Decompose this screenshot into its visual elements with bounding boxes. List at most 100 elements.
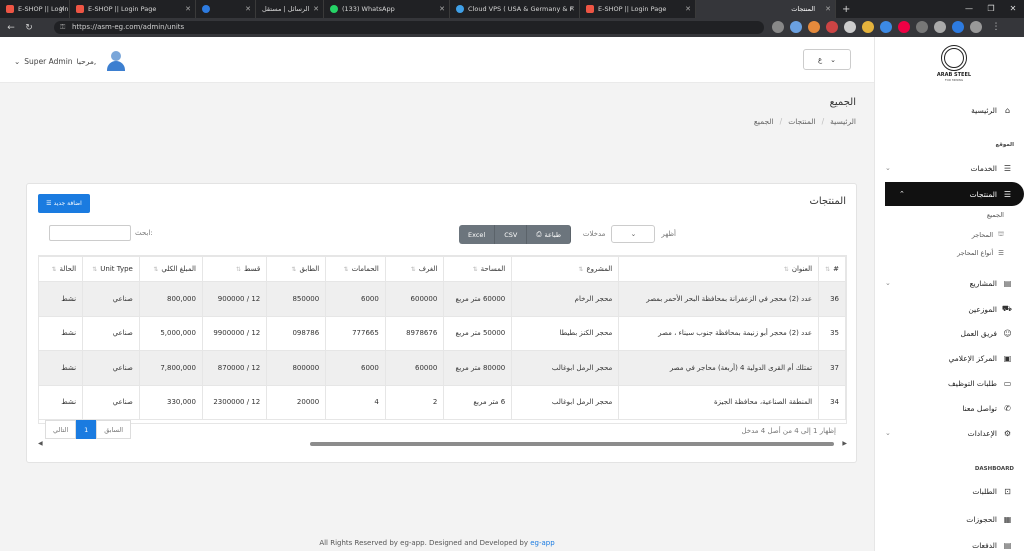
extension-icon[interactable] (808, 21, 820, 33)
extension-icon[interactable] (772, 21, 784, 33)
csv-button[interactable]: CSV (495, 225, 528, 244)
footer-link[interactable]: eg-app (530, 539, 554, 547)
sidebar-subitem-quarry-types[interactable]: ☰ أنواع المحاجر (957, 249, 1004, 257)
scroll-right-icon[interactable]: ▶ (842, 440, 847, 447)
column-header-project[interactable]: المشروع⇅ (511, 256, 620, 282)
sidebar-item-products[interactable]: ☰ المنتجات ⌃ (885, 182, 1024, 206)
column-header-title[interactable]: العنوان⇅ (618, 256, 820, 282)
sidebar-item-home[interactable]: ⌂ الرئيسية (885, 102, 1012, 118)
close-tab-icon[interactable]: ✕ (569, 5, 575, 13)
scroll-thumb[interactable] (310, 442, 834, 446)
topbar: ⌄ Super Admin مرحبا, ع ⌄ (0, 37, 874, 83)
search-input[interactable] (49, 225, 131, 241)
close-tab-icon[interactable]: ✕ (439, 5, 445, 13)
home-icon: ⌂ (1004, 105, 1011, 115)
minimize-icon[interactable]: — (958, 0, 980, 18)
pager-next[interactable]: التالي (45, 420, 77, 439)
close-tab-icon[interactable]: ✕ (185, 5, 191, 13)
browser-tab[interactable]: (133) WhatsApp ✕ (324, 0, 450, 18)
sidebar-item-media[interactable]: ▣ المركز الإعلامي (885, 350, 1012, 366)
extension-icon[interactable] (880, 21, 892, 33)
column-header-area[interactable]: المساحة⇅ (443, 256, 513, 282)
scroll-left-icon[interactable]: ◀ (38, 440, 43, 447)
products-card: المنتجات ☰ اضافة جديد أظهر ⌄ مدخلات Excel… (26, 183, 857, 463)
close-window-icon[interactable]: ✕ (1002, 0, 1024, 18)
browser-tab[interactable]: ✕ (196, 0, 256, 18)
table-cell: 80000 متر مربع (443, 350, 513, 386)
menu-icon[interactable]: ⋮ (990, 21, 1002, 33)
pager-current[interactable]: 1 (76, 420, 97, 439)
page-length-control: أظهر ⌄ مدخلات (583, 225, 676, 243)
extension-icon[interactable] (790, 21, 802, 33)
sidebar-item-contact[interactable]: ✆ تواصل معنا (885, 400, 1012, 416)
sidebar-subitem-quarries[interactable]: ⛫ المحاجر (972, 230, 1004, 239)
column-header-id[interactable]: #⇅ (818, 256, 846, 282)
user-menu[interactable]: ⌄ Super Admin مرحبا, (14, 51, 126, 71)
extension-icon[interactable] (934, 21, 946, 33)
browser-tab[interactable]: الرسائل | مستقل ✕ (256, 0, 324, 18)
table-row[interactable]: 35 عدد (2) محجر أبو زنيمة بمحافظة جنوب سي… (39, 315, 846, 351)
logo[interactable]: ARAB STEEL FOR MINING (929, 45, 979, 87)
table-cell: 50000 متر مربع (443, 315, 513, 351)
column-header-floor[interactable]: الطابق⇅ (266, 256, 327, 282)
language-select[interactable]: ع ⌄ (803, 49, 851, 70)
column-header-bathrooms[interactable]: الحمامات⇅ (325, 256, 386, 282)
address-bar[interactable]: ⚿ https://asm-eg.com/admin/units (54, 21, 764, 34)
browser-tab[interactable]: E-SHOP || Login Page✕ (580, 0, 696, 18)
sidebar-item-reservations[interactable]: ▦ الحجوزات (885, 511, 1012, 527)
table-cell: صناعي (82, 384, 140, 420)
column-header-rooms[interactable]: الغرف⇅ (384, 256, 445, 282)
sidebar-item-projects[interactable]: ▤ المشاريع ⌄ (885, 275, 1012, 291)
sidebar-item-orders[interactable]: ⊡ الطلبات (885, 483, 1012, 499)
table-row[interactable]: 34 المنطقة الصناعية، محافظة الجيزة محجر ال… (39, 384, 846, 420)
sidebar-item-payments[interactable]: ▤ الدفعات (885, 537, 1012, 551)
cart-icon: ⛟ (1001, 304, 1012, 313)
print-button[interactable]: ⎙ طباعة (527, 225, 572, 244)
extension-icon[interactable] (862, 21, 874, 33)
page-length-select[interactable]: ⌄ (611, 225, 656, 243)
add-new-button[interactable]: ☰ اضافة جديد (38, 194, 90, 213)
column-header-status[interactable]: الحالة⇅ (39, 256, 84, 282)
breadcrumb-products[interactable]: المنتجات (788, 117, 815, 126)
chevron-down-icon: ⌄ (630, 230, 637, 238)
close-tab-icon[interactable]: ✕ (685, 5, 691, 13)
browser-tab[interactable]: Cloud VPS ( USA & Germany & F ✕ (450, 0, 580, 18)
maximize-icon[interactable]: ❐ (980, 0, 1002, 18)
breadcrumb-home[interactable]: الرئيسية (830, 117, 856, 126)
sidebar-subitem-all[interactable]: الجميع (987, 211, 1004, 219)
browser-tab-active[interactable]: المنتجات ✕ (696, 0, 836, 18)
sidebar-item-services[interactable]: ☰ الخدمات ⌄ (885, 160, 1012, 176)
close-tab-icon[interactable]: ✕ (59, 5, 65, 13)
back-icon[interactable]: ← (4, 23, 18, 33)
calendar-icon: ▦ (1003, 514, 1012, 524)
pen-icon[interactable] (844, 21, 856, 33)
sidebar-item-team[interactable]: ☺ فريق العمل (885, 325, 1012, 341)
extension-icon[interactable] (826, 21, 838, 33)
close-tab-icon[interactable]: ✕ (313, 5, 319, 13)
new-tab-button[interactable]: + (836, 0, 856, 18)
reload-icon[interactable]: ↻ (22, 23, 36, 33)
browser-tab[interactable]: E-SHOP || Login Page✕ (70, 0, 196, 18)
horizontal-scrollbar[interactable]: ◀ ▶ (38, 440, 847, 447)
browser-tab[interactable]: E-SHOP || Login Page✕ (0, 0, 70, 18)
extension-icon[interactable] (952, 21, 964, 33)
avatar[interactable] (106, 51, 126, 71)
excel-button[interactable]: Excel (459, 225, 496, 244)
sidebar-item-distributors[interactable]: ⛟ الموزعين (885, 301, 1012, 317)
table-cell: 8978676 (384, 315, 445, 351)
extension-icon[interactable] (898, 21, 910, 33)
table-row[interactable]: 37 تمتلك أم القرى الدولية 4 (أربعة) محاجر… (39, 350, 846, 386)
sidebar-item-settings[interactable]: ⚙ الإعدادات ⌄ (885, 425, 1012, 441)
column-header-installment[interactable]: قسط⇅ (201, 256, 268, 282)
table-info: إظهار 1 إلى 4 من أصل 4 مدخل (741, 427, 837, 435)
column-header-total[interactable]: المبلغ الكلي⇅ (138, 256, 203, 282)
pager-prev[interactable]: السابق (96, 420, 132, 439)
table-cell: 800000 (266, 350, 327, 386)
column-header-unit-type[interactable]: Unit Type⇅ (82, 256, 140, 282)
sidebar-item-jobs[interactable]: ▭ طلبات التوظيف (885, 375, 1012, 391)
extension-icon[interactable] (916, 21, 928, 33)
table-row[interactable]: 36 عدد (2) محجر في الزعفرانة بمحافظة البح… (39, 281, 846, 317)
close-tab-icon[interactable]: ✕ (825, 5, 831, 13)
profile-icon[interactable] (970, 21, 982, 33)
close-tab-icon[interactable]: ✕ (245, 5, 251, 13)
